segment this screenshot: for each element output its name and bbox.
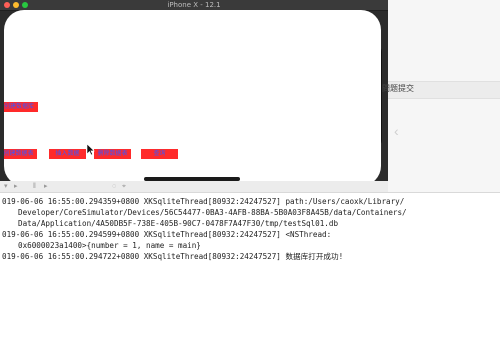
query-button[interactable]: 查询 [141,149,178,159]
pause-icon[interactable]: ‖ [33,183,39,190]
hide-debug-area-icon[interactable]: ▾ [4,183,10,190]
console-line: 0x6000023a1400>{number = 1, name = main} [18,241,201,250]
phone-screen: 创建数据库 创建数据表 插入数据 删除数据表 查询 [4,10,381,186]
console-line: 019-06-06 16:55:00.294359+0800 XKSqliteT… [2,197,405,206]
simulator-title: iPhone X - 12.1 [167,1,221,9]
chevron-left-icon[interactable]: ‹ [394,122,404,140]
debug-console[interactable]: 019-06-06 16:55:00.294359+0800 XKSqliteT… [0,193,500,351]
delete-table-button[interactable]: 删除数据表 [94,149,131,159]
location-icon[interactable]: ⌖ [122,183,128,190]
breakpoints-icon[interactable]: ▸ [14,183,20,190]
debug-toolbar [0,181,388,192]
console-line: 019-06-06 16:55:00.294599+0800 XKSqliteT… [2,230,332,239]
console-line: Data/Application/4A50DB5F-738E-405B-90C7… [18,219,339,228]
create-database-button[interactable]: 创建数据库 [4,102,38,112]
console-line: Developer/CoreSimulator/Devices/56C54477… [18,208,407,217]
arrow-cursor-icon [87,144,95,156]
create-table-button[interactable]: 创建数据表 [4,149,37,159]
background-app-row-label: 問题提交 [382,84,414,93]
step-over-icon[interactable]: ▸ [44,183,50,190]
debug-view-hierarchy-icon[interactable]: ◌ [112,183,118,190]
insert-data-button[interactable]: 插入数据 [49,149,86,159]
console-line: 019-06-06 16:55:00.294722+0800 XKSqliteT… [2,252,344,261]
